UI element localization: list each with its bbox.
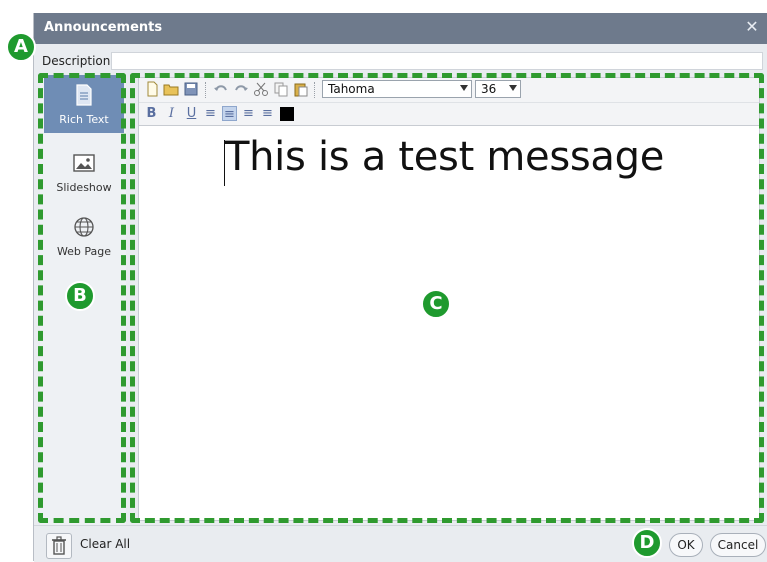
trash-icon xyxy=(52,536,66,555)
close-icon[interactable]: ✕ xyxy=(742,16,762,38)
title-bar: Announcements ✕ xyxy=(34,13,767,44)
clear-all-label[interactable]: Clear All xyxy=(80,537,130,551)
callout-badge-a: A xyxy=(6,32,36,62)
description-input[interactable] xyxy=(111,52,763,70)
callout-badge-b: B xyxy=(65,281,95,311)
clear-all-button[interactable] xyxy=(46,533,72,559)
dialog-title: Announcements xyxy=(44,20,163,35)
cancel-button[interactable]: Cancel xyxy=(710,533,766,557)
description-label: Description: xyxy=(42,54,115,68)
callout-badge-d: D xyxy=(632,528,662,558)
description-row: Description: xyxy=(34,52,767,72)
ok-button[interactable]: OK xyxy=(669,533,703,557)
callout-badge-c: C xyxy=(421,289,451,319)
